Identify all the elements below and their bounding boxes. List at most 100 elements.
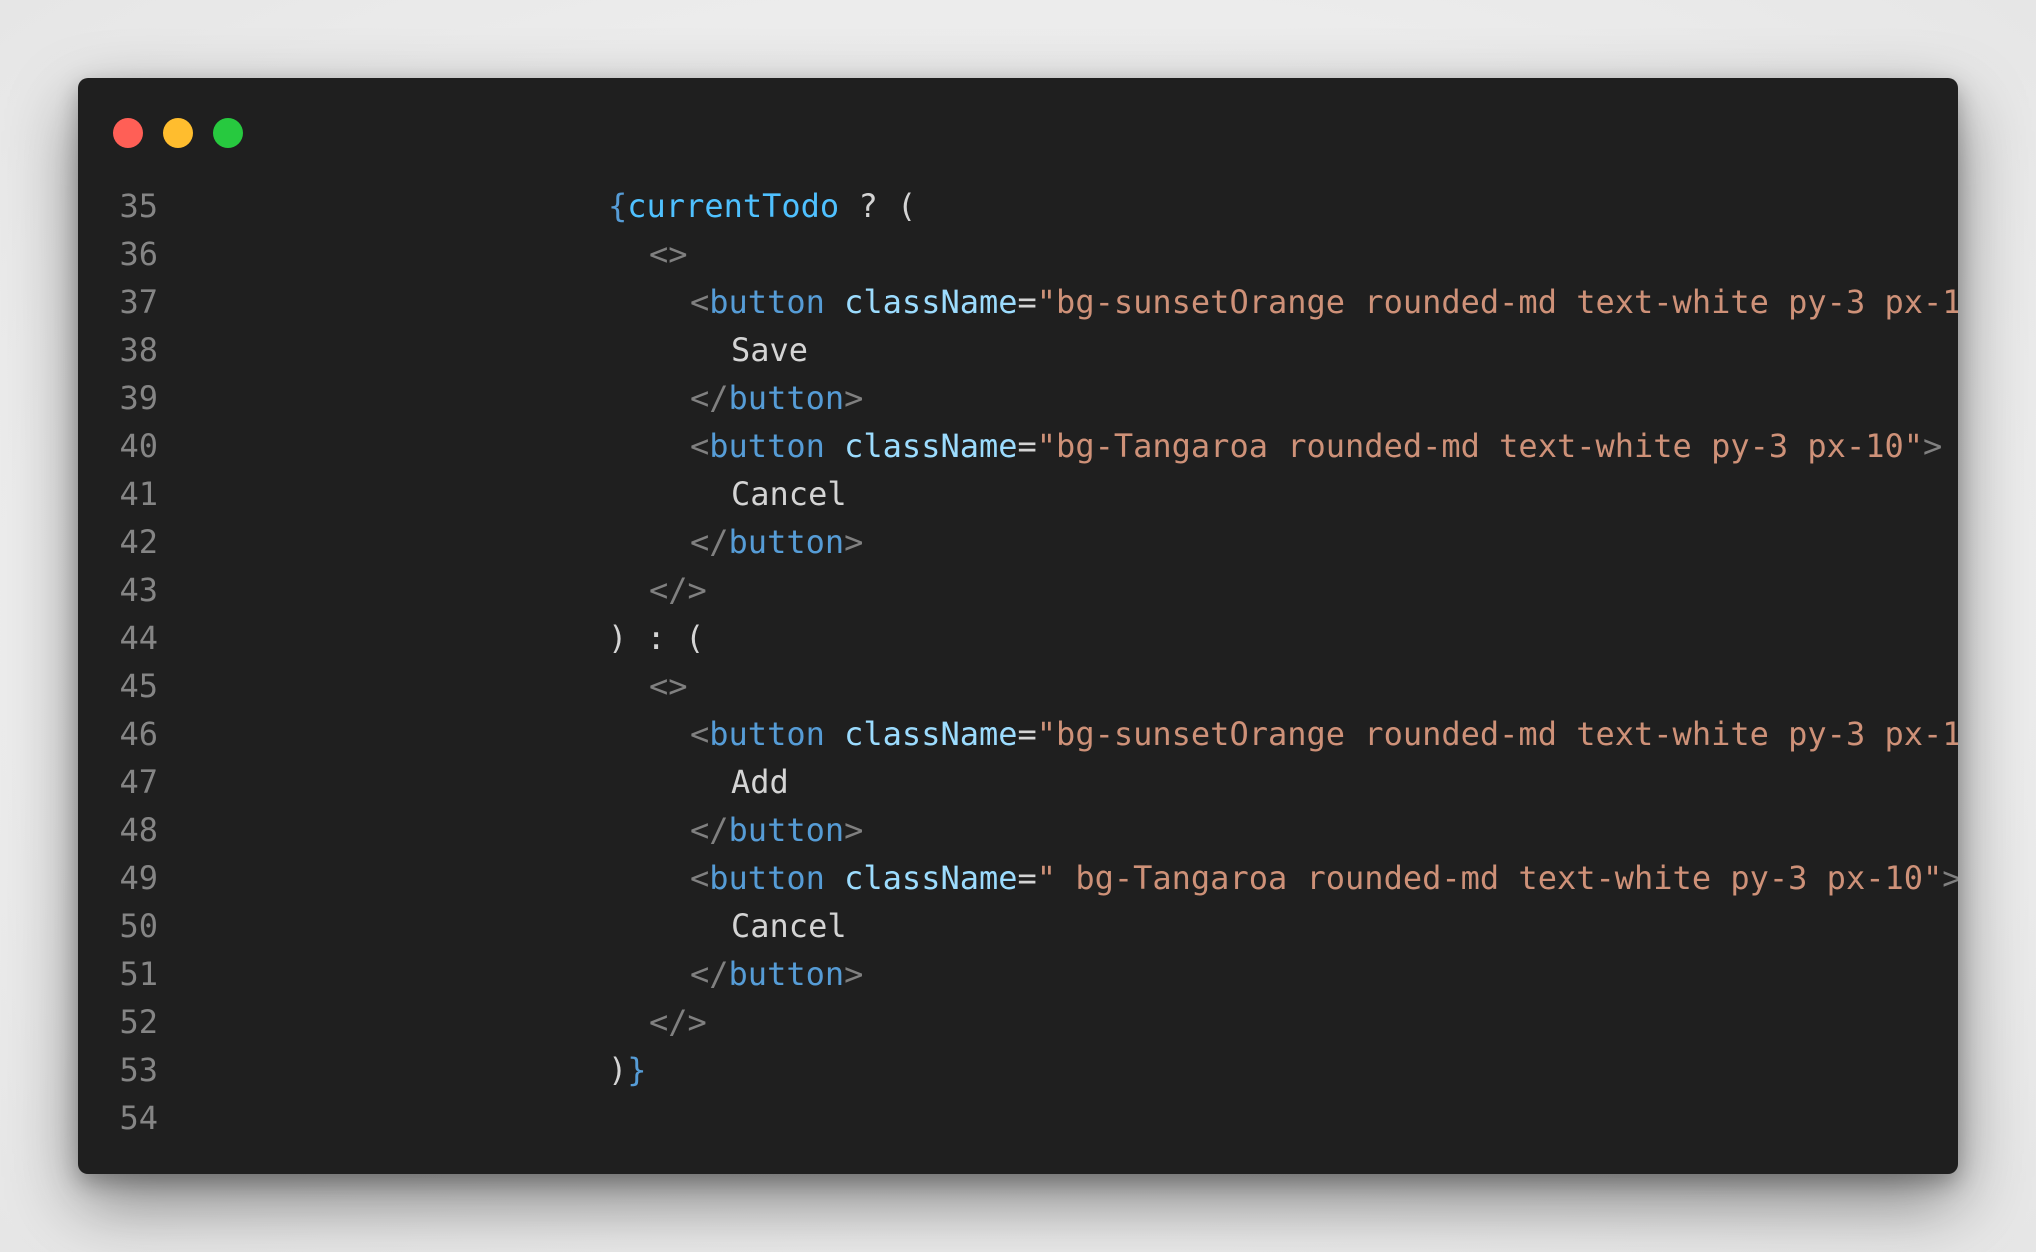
line-number: 49 — [119, 859, 158, 897]
code-token-var: currentTodo — [627, 187, 840, 225]
code-token-default: = — [1017, 859, 1037, 897]
line-content: Add — [158, 758, 789, 806]
code-token-tag: button — [728, 811, 845, 849]
line-content: <button className="bg-Tangaroa rounded-m… — [158, 422, 1942, 470]
code-token-attr: className — [844, 427, 1018, 465]
code-token-attr: className — [844, 859, 1018, 897]
code-token-punct: < — [690, 427, 710, 465]
line-number: 44 — [119, 619, 158, 657]
code-line: 44 ) : ( — [78, 614, 1958, 662]
code-line: 46 <button className="bg-sunsetOrange rou… — [78, 710, 1958, 758]
code-token-tag: button — [709, 427, 825, 465]
code-token-default: ) : ( — [608, 619, 705, 657]
code-line: 37 <button className="bg-sunsetOrange rou… — [78, 278, 1958, 326]
window-controls — [113, 118, 243, 148]
line-number: 38 — [119, 331, 158, 369]
line-content: )} — [158, 1046, 647, 1094]
code-token-brace: } — [627, 1051, 647, 1089]
line-content: </button> — [158, 518, 863, 566]
line-number: 46 — [119, 715, 158, 753]
code-line: 45 <> — [78, 662, 1958, 710]
code-line: 51 </button> — [78, 950, 1958, 998]
code-token-default — [825, 715, 844, 753]
code-token-punct: <> — [649, 667, 688, 705]
code-token-tag: button — [728, 523, 845, 561]
line-content: Cancel — [158, 470, 847, 518]
code-token-punct: < — [690, 859, 710, 897]
code-token-str: "bg-Tangaroa rounded-md text-white py-3 … — [1036, 427, 1923, 465]
code-token-punct: </> — [649, 571, 707, 609]
line-number: 37 — [119, 283, 158, 321]
code-token-default: = — [1017, 715, 1037, 753]
code-token-attr: className — [844, 715, 1018, 753]
line-content: Cancel — [158, 902, 847, 950]
code-token-default: ) — [608, 1051, 628, 1089]
line-number: 53 — [119, 1051, 158, 1089]
line-content: <button className="bg-sunsetOrange round… — [158, 710, 1958, 758]
code-line: 36 <> — [78, 230, 1958, 278]
code-line: 40 <button className="bg-Tangaroa rounded… — [78, 422, 1958, 470]
code-editor[interactable]: 35 {currentTodo ? (36 <> 37 <button classNam… — [78, 182, 1958, 1142]
line-number: 35 — [119, 187, 158, 225]
line-number: 40 — [119, 427, 158, 465]
line-content: </> — [158, 998, 707, 1046]
line-content: <> — [158, 662, 688, 710]
code-token-punct: > — [844, 379, 864, 417]
line-number: 54 — [119, 1099, 158, 1137]
line-number: 39 — [119, 379, 158, 417]
minimize-button[interactable] — [163, 118, 193, 148]
code-token-str: "bg-sunsetOrange rounded-md text-white p… — [1036, 715, 1958, 753]
line-content: </button> — [158, 950, 863, 998]
line-content: </button> — [158, 806, 863, 854]
code-token-default: ? ( — [839, 187, 917, 225]
code-token-punct: > — [1942, 859, 1958, 897]
code-token-punct: </ — [690, 523, 729, 561]
code-token-punct: </> — [649, 1003, 707, 1041]
code-line: 54 — [78, 1094, 1958, 1142]
code-token-punct: <> — [649, 235, 688, 273]
code-token-text: Save — [731, 331, 809, 369]
code-token-punct: > — [844, 955, 864, 993]
code-token-punct: </ — [690, 811, 729, 849]
line-number: 45 — [119, 667, 158, 705]
code-line: 42 </button> — [78, 518, 1958, 566]
code-line: 53)} — [78, 1046, 1958, 1094]
line-number: 41 — [119, 475, 158, 513]
line-content: </button> — [158, 374, 863, 422]
line-number: 48 — [119, 811, 158, 849]
line-content: <button className=" bg-Tangaroa rounded-… — [158, 854, 1958, 902]
line-content: <button className="bg-sunsetOrange round… — [158, 278, 1958, 326]
code-token-default — [825, 859, 844, 897]
code-token-punct: </ — [690, 379, 729, 417]
code-line: 50 Cancel — [78, 902, 1958, 950]
line-number: 47 — [119, 763, 158, 801]
line-number: 36 — [119, 235, 158, 273]
line-content: </> — [158, 566, 707, 614]
code-token-text: Add — [731, 763, 789, 801]
line-content: {currentTodo ? ( — [158, 182, 916, 230]
code-line: 35 {currentTodo ? ( — [78, 182, 1958, 230]
code-token-default: = — [1017, 283, 1037, 321]
code-token-punct: < — [690, 283, 710, 321]
code-token-default: = — [1017, 427, 1037, 465]
code-line: 48 </button> — [78, 806, 1958, 854]
code-token-attr: className — [844, 283, 1018, 321]
code-token-brace: { — [608, 187, 628, 225]
maximize-button[interactable] — [213, 118, 243, 148]
line-number: 42 — [119, 523, 158, 561]
line-number: 51 — [119, 955, 158, 993]
code-token-punct: </ — [690, 955, 729, 993]
line-content — [158, 1094, 280, 1142]
code-token-text: Cancel — [731, 475, 847, 513]
code-token-tag: button — [709, 715, 825, 753]
code-token-tag: button — [709, 283, 825, 321]
line-content: ) : ( — [158, 614, 704, 662]
code-token-tag: button — [709, 859, 825, 897]
line-content: Save — [158, 326, 808, 374]
close-button[interactable] — [113, 118, 143, 148]
code-token-punct: > — [844, 811, 864, 849]
code-token-tag: button — [728, 955, 845, 993]
code-line: 38 Save — [78, 326, 1958, 374]
code-token-punct: < — [690, 715, 710, 753]
code-line: 43 </> — [78, 566, 1958, 614]
